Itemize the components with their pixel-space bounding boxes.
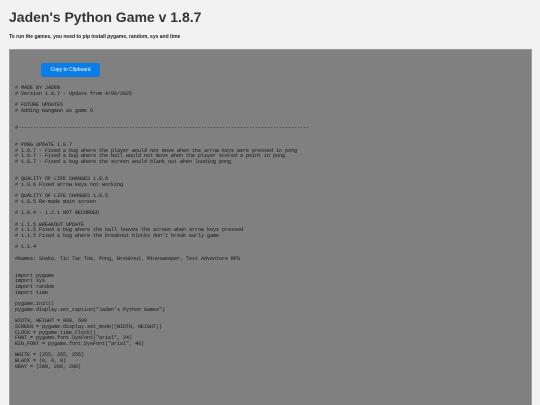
code-line: GRAY = (200, 200, 200)	[15, 363, 82, 370]
install-instructions: To run the games, you need to pip instal…	[9, 34, 181, 40]
page-title: Jaden's Python Game v 1.8.7	[9, 9, 202, 25]
code-block[interactable]: # MADE BY JADEN # Version 1.8.7 - Update …	[15, 85, 310, 370]
code-panel[interactable]: Copy to Clipboard # MADE BY JADEN # Versi…	[9, 49, 532, 405]
code-line: #---------------------------------------…	[15, 124, 310, 131]
copy-to-clipboard-button[interactable]: Copy to Clipboard	[41, 63, 100, 77]
